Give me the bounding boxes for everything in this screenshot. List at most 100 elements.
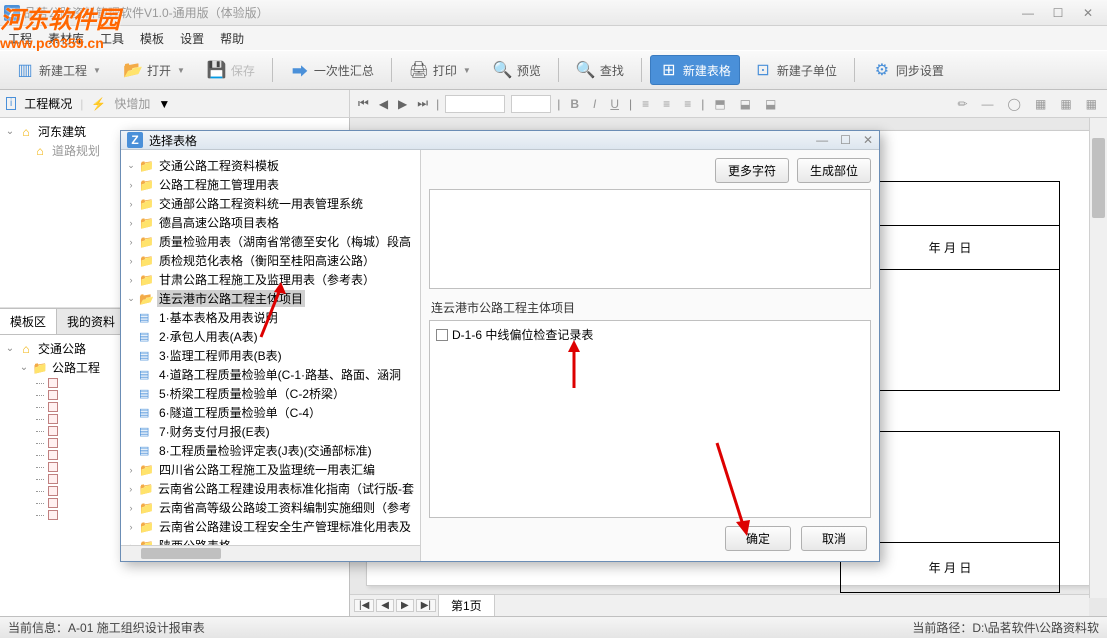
font-dropdown[interactable]: [445, 95, 505, 113]
expander-icon[interactable]: ›: [125, 180, 137, 190]
bold-button[interactable]: B: [566, 95, 583, 113]
horizontal-scrollbar[interactable]: [121, 545, 420, 561]
align-center-icon[interactable]: ≡: [659, 95, 674, 113]
expander-icon[interactable]: ⌄: [125, 293, 137, 304]
save-button[interactable]: 💾保存: [198, 55, 264, 85]
tree-leaf[interactable]: ▤3·监理工程师用表(B表): [125, 346, 416, 365]
tree-leaf[interactable]: ▤1·基本表格及用表说明: [125, 308, 416, 327]
expander-icon[interactable]: ›: [125, 522, 137, 532]
preview-button[interactable]: 🔍预览: [484, 55, 550, 85]
menu-tools[interactable]: 工具: [100, 30, 124, 47]
nav-first-icon[interactable]: ⏮: [356, 96, 371, 111]
vertical-scrollbar[interactable]: [1089, 118, 1107, 598]
tree-root[interactable]: ⌄📁交通公路工程资料模板: [125, 156, 416, 175]
tree-leaf[interactable]: ▤4·道路工程质量检验单(C-1·路基、路面、涵洞: [125, 365, 416, 384]
open-button[interactable]: 📂打开▼: [114, 55, 194, 85]
tree-leaf[interactable]: ▤7·财务支付月报(E表): [125, 422, 416, 441]
tree-node[interactable]: ›📁质量检验用表（湖南省常德至安化（梅城）段高: [125, 232, 416, 251]
expander-icon[interactable]: ⌄: [125, 160, 137, 171]
expander-icon[interactable]: ›: [125, 503, 137, 513]
tree-leaf[interactable]: ▤5·桥梁工程质量检验单（C-2桥梁）: [125, 384, 416, 403]
menu-project[interactable]: 工程: [8, 30, 32, 47]
line-icon[interactable]: —: [978, 95, 998, 113]
tree-node[interactable]: ›📁云南省高等级公路竣工资料编制实施细则（参考: [125, 498, 416, 517]
separator: |: [436, 97, 439, 111]
overview-button[interactable]: 工程概况: [24, 95, 72, 112]
tree-leaf[interactable]: ▤2·承包人用表(A表): [125, 327, 416, 346]
nav-first-button[interactable]: |◀: [354, 599, 374, 612]
tree-node[interactable]: ›📁交通部公路工程资料统一用表管理系统: [125, 194, 416, 213]
nav-next-icon[interactable]: ▶: [396, 97, 409, 111]
expander-icon[interactable]: ›: [125, 199, 137, 209]
tree-node[interactable]: ›📁云南省公路工程建设用表标准化指南（试行版-套: [125, 479, 416, 498]
maximize-button[interactable]: ☐: [1051, 6, 1065, 20]
expander-icon[interactable]: ›: [125, 237, 137, 247]
scrollbar-thumb[interactable]: [141, 548, 221, 559]
grid-icon[interactable]: ▦: [1031, 95, 1050, 113]
menu-library[interactable]: 素材库: [48, 30, 84, 47]
expander-icon[interactable]: ⌄: [4, 343, 16, 354]
summary-button[interactable]: ⮕一次性汇总: [281, 55, 383, 85]
ok-button[interactable]: 确定: [725, 526, 791, 551]
grid3-icon[interactable]: ▦: [1082, 95, 1101, 113]
tree-leaf[interactable]: ▤8·工程质量检验评定表(J表)(交通部标准): [125, 441, 416, 460]
nav-prev-icon[interactable]: ◀: [377, 97, 390, 111]
close-button[interactable]: ✕: [1081, 6, 1095, 20]
dialog-minimize-button[interactable]: —: [816, 133, 828, 147]
menu-help[interactable]: 帮助: [220, 30, 244, 47]
toolbar-separator: [272, 58, 273, 82]
more-chars-button[interactable]: 更多字符: [715, 158, 789, 183]
quick-add-button[interactable]: 快增加: [114, 95, 150, 112]
page-tab[interactable]: 第1页: [438, 594, 495, 616]
valign-mid-icon[interactable]: ⬓: [736, 95, 755, 113]
tree-node[interactable]: ›📁公路工程施工管理用表: [125, 175, 416, 194]
new-unit-button[interactable]: ⊡新建子单位: [744, 55, 846, 85]
grid2-icon[interactable]: ▦: [1056, 95, 1075, 113]
expander-icon[interactable]: ›: [125, 465, 137, 475]
cancel-button[interactable]: 取消: [801, 526, 867, 551]
scrollbar-thumb[interactable]: [1092, 138, 1105, 218]
tree-node[interactable]: ›📁甘肃公路工程施工及监理用表（参考表）: [125, 270, 416, 289]
checkbox[interactable]: [436, 329, 448, 341]
menu-settings[interactable]: 设置: [180, 30, 204, 47]
tab-my-data[interactable]: 我的资料: [57, 309, 126, 334]
tree-leaf[interactable]: ▤6·隧道工程质量检验单（C-4）: [125, 403, 416, 422]
valign-top-icon[interactable]: ⬒: [710, 95, 729, 113]
new-table-button[interactable]: ⊞新建表格: [650, 55, 740, 85]
nav-last-button[interactable]: ▶|: [416, 599, 436, 612]
expander-icon[interactable]: ›: [125, 256, 137, 266]
size-dropdown[interactable]: [511, 95, 551, 113]
nav-next-button[interactable]: ▶: [396, 599, 414, 612]
tab-template[interactable]: 模板区: [0, 309, 57, 334]
new-project-button[interactable]: ▥新建工程▼: [6, 55, 110, 85]
search-button[interactable]: 🔍查找: [567, 55, 633, 85]
align-left-icon[interactable]: ≡: [638, 95, 653, 113]
nav-prev-button[interactable]: ◀: [376, 599, 394, 612]
menu-template[interactable]: 模板: [140, 30, 164, 47]
minimize-button[interactable]: —: [1021, 6, 1035, 20]
tree-node-selected[interactable]: ⌄📂连云港市公路工程主体项目: [125, 289, 416, 308]
expander-icon[interactable]: ⌄: [18, 362, 30, 373]
expander-icon[interactable]: ⌄: [4, 126, 16, 137]
list-item[interactable]: D-1-6 中线偏位检查记录表: [434, 325, 866, 344]
expander-icon[interactable]: ›: [125, 484, 137, 494]
pencil-icon[interactable]: ✏: [953, 95, 971, 113]
tree-node[interactable]: ›📁质检规范化表格（衡阳至桂阳高速公路）: [125, 251, 416, 270]
gen-parts-button[interactable]: 生成部位: [797, 158, 871, 183]
dialog-titlebar[interactable]: Z 选择表格 — ☐ ✕: [121, 131, 879, 150]
underline-button[interactable]: U: [606, 95, 623, 113]
print-button[interactable]: 🖨打印▼: [400, 55, 480, 85]
shape-icon[interactable]: ◯: [1004, 95, 1025, 113]
tree-node[interactable]: ›📁四川省公路工程施工及监理统一用表汇编: [125, 460, 416, 479]
dialog-close-button[interactable]: ✕: [863, 133, 873, 147]
italic-button[interactable]: I: [589, 95, 600, 113]
align-right-icon[interactable]: ≡: [680, 95, 695, 113]
sync-button[interactable]: ⚙同步设置: [863, 55, 953, 85]
valign-bot-icon[interactable]: ⬓: [761, 95, 780, 113]
nav-last-icon[interactable]: ⏭: [415, 96, 430, 111]
dialog-maximize-button[interactable]: ☐: [840, 133, 851, 147]
expander-icon[interactable]: ›: [125, 218, 137, 228]
tree-node[interactable]: ›📁德昌高速公路项目表格: [125, 213, 416, 232]
expander-icon[interactable]: ›: [125, 275, 137, 285]
tree-node[interactable]: ›📁云南省公路建设工程安全生产管理标准化用表及: [125, 517, 416, 536]
